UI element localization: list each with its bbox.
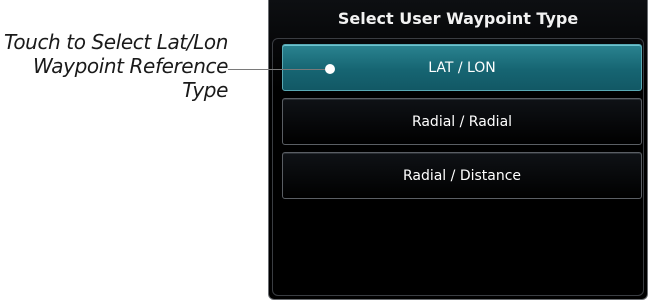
callout-line-1: Touch to Select Lat/Lon — [3, 30, 228, 54]
radial-distance-button[interactable]: Radial / Distance — [282, 152, 642, 199]
dialog-title: Select User Waypoint Type — [337, 9, 579, 28]
radial-radial-button[interactable]: Radial / Radial — [282, 98, 642, 145]
lat-lon-button[interactable]: LAT / LON — [282, 44, 642, 91]
callout-line-2: Waypoint Reference — [33, 54, 228, 78]
callout-pointer-dot — [325, 64, 335, 74]
callout-leader-line — [228, 69, 332, 70]
callout-annotation: Touch to Select Lat/Lon Waypoint Referen… — [0, 30, 228, 102]
callout-line-3: Type — [182, 78, 228, 102]
select-waypoint-type-dialog: Select User Waypoint Type LAT / LON Radi… — [268, 0, 648, 300]
